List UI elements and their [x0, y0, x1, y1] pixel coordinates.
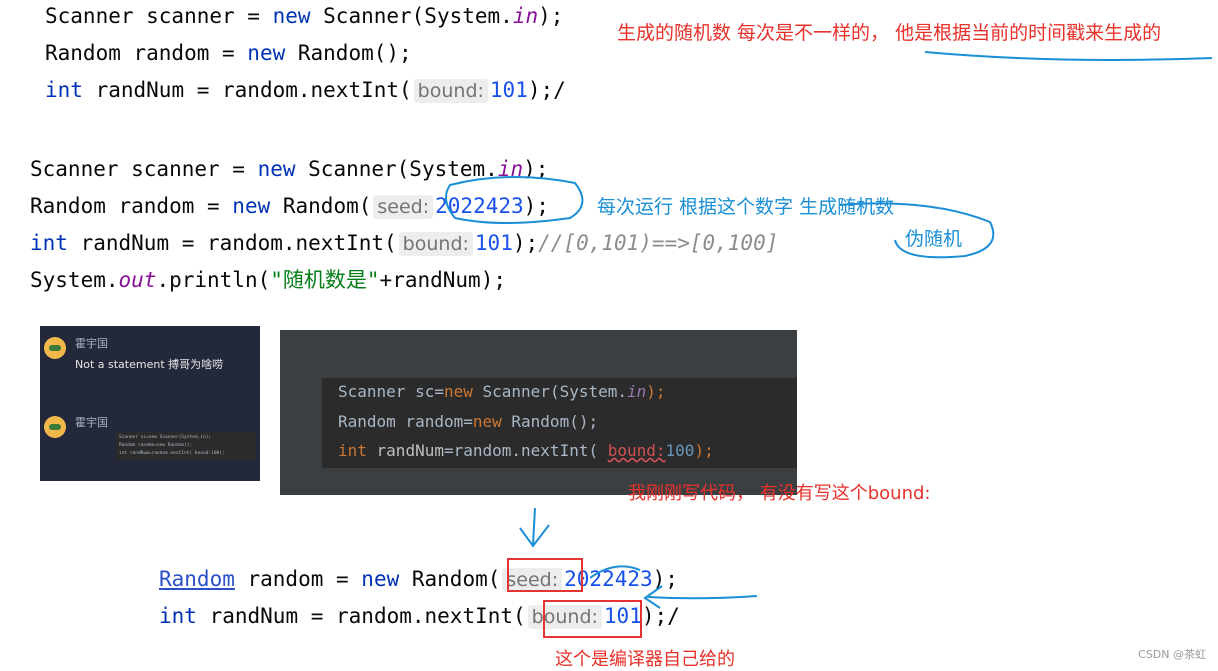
- dark-editor-screenshot: Scanner sc=new Scanner(System.in); Rando…: [280, 330, 797, 495]
- chat-panel: 霍宇国 Not a statement 搏哥为啥唠 霍宇国 Scanner sc…: [40, 326, 260, 481]
- bound-hint: bound:: [607, 441, 666, 460]
- bound-hint: bound:: [398, 232, 473, 256]
- note-timestamp: 生成的随机数 每次是不一样的， 他是根据当前的时间戳来生成的: [617, 22, 1162, 44]
- note-seed: 每次运行 根据这个数字 生成随机数: [597, 196, 895, 218]
- note-compiler: 这个是编译器自己给的: [555, 649, 735, 670]
- chat-code-screenshot: Scanner sc=new Scanner(System.in); Random…: [116, 432, 256, 460]
- note-bound-question: 我刚刚写代码， 有没有写这个bound:: [628, 483, 931, 504]
- avatar: [44, 337, 66, 359]
- code-block-2-line-1: Scanner scanner = new Scanner(System.in)…: [30, 157, 549, 181]
- underline-stroke: [924, 51, 1213, 61]
- chat-message: Not a statement 搏哥为啥唠: [75, 358, 224, 371]
- code-block-2-line-3: int randNum = random.nextInt(bound: 101);…: [30, 231, 779, 256]
- code-block-2-line-2: Random random = new Random(seed: 2022423)…: [30, 194, 549, 219]
- dark-code-line-3: int randNum=random.nextInt( bound:100);: [338, 441, 714, 460]
- down-arrow-stroke: [519, 507, 550, 548]
- code-block-3-line-1: Random random = new Random(seed: 2022423)…: [159, 567, 678, 592]
- dark-code-line-2: Random random=new Random();: [338, 412, 599, 431]
- chat-sender-name: 霍宇国: [75, 337, 108, 350]
- code-block-1-line-3: int randNum = random.nextInt(bound: 101);…: [45, 78, 566, 103]
- bound-hint: bound:: [413, 79, 488, 103]
- code-block-1-line-1: Scanner scanner = new Scanner(System.in)…: [45, 4, 564, 28]
- dark-code-line-1: Scanner sc=new Scanner(System.in);: [338, 382, 666, 401]
- avatar: [44, 416, 66, 438]
- code-block-2-line-4: System.out.println("随机数是"+randNum);: [30, 268, 506, 292]
- seed-hint: seed:: [373, 195, 434, 219]
- dark-editor-code-area: Scanner sc=new Scanner(System.in); Rando…: [322, 378, 797, 468]
- random-class-link[interactable]: Random: [159, 567, 235, 591]
- bound-highlight-box: [543, 600, 642, 638]
- note-pseudo-random: 伪随机: [905, 228, 963, 250]
- chat-sender-name: 霍宇国: [75, 416, 108, 429]
- code-block-1-line-2: Random random = new Random();: [45, 41, 412, 65]
- watermark: CSDN @茶虹: [1138, 648, 1206, 661]
- seed-highlight-box: [507, 558, 583, 592]
